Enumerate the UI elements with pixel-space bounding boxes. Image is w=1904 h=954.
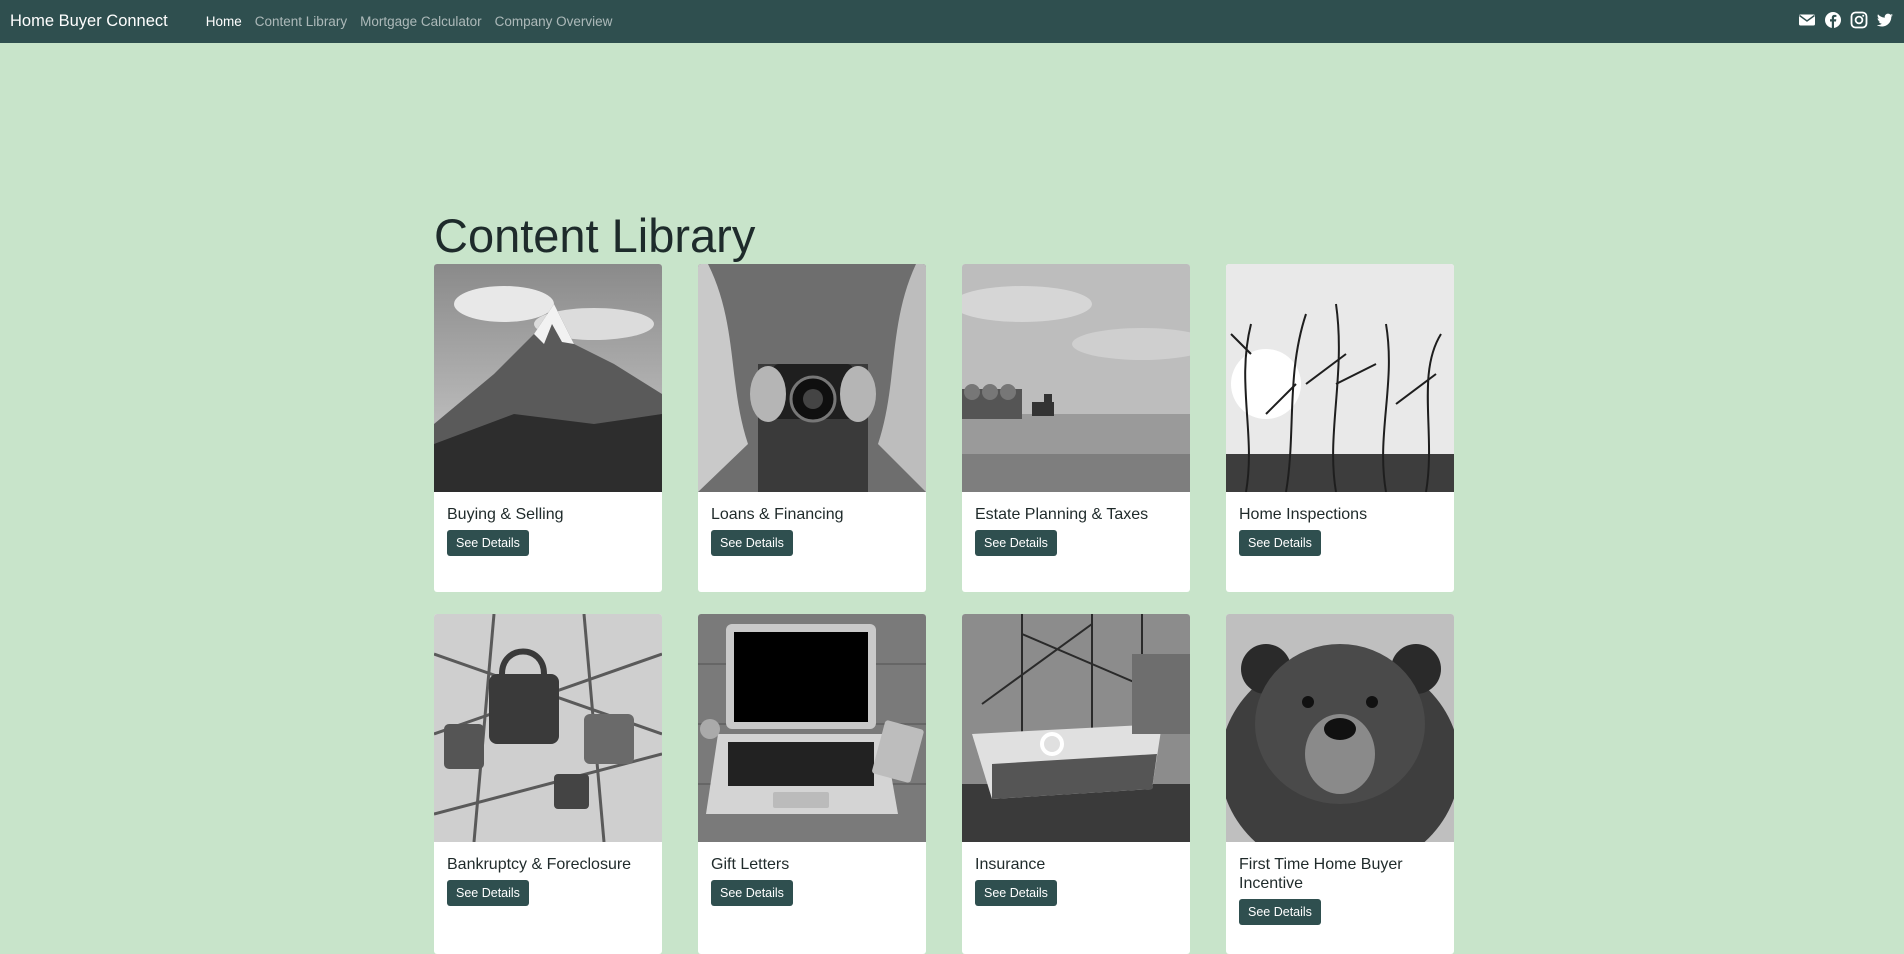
see-details-button[interactable]: See Details xyxy=(1239,899,1321,925)
nav-mortgage-calculator[interactable]: Mortgage Calculator xyxy=(360,14,482,29)
boat-photo xyxy=(962,614,1190,842)
nav-content-library[interactable]: Content Library xyxy=(255,14,347,29)
card-loans-financing: Loans & Financing See Details xyxy=(698,264,926,592)
brand-link[interactable]: Home Buyer Connect xyxy=(10,12,168,31)
social-links xyxy=(1798,11,1894,29)
see-details-button[interactable]: See Details xyxy=(711,530,793,556)
top-navbar: Home Buyer Connect Home Content Library … xyxy=(0,0,1904,43)
card-title: First Time Home Buyer Incentive xyxy=(1239,856,1403,892)
card-home-inspections: Home Inspections See Details xyxy=(1226,264,1454,592)
card-first-time-home-buyer-incentive: First Time Home Buyer Incentive See Deta… xyxy=(1226,614,1454,954)
card-estate-planning-taxes: Estate Planning & Taxes See Details xyxy=(962,264,1190,592)
see-details-button[interactable]: See Details xyxy=(975,530,1057,556)
card-gift-letters: Gift Letters See Details xyxy=(698,614,926,954)
see-details-button[interactable]: See Details xyxy=(1239,530,1321,556)
field-tractor-photo xyxy=(962,264,1190,492)
see-details-button[interactable]: See Details xyxy=(975,880,1057,906)
see-details-button[interactable]: See Details xyxy=(711,880,793,906)
nav-home[interactable]: Home xyxy=(206,14,242,29)
card-insurance: Insurance See Details xyxy=(962,614,1190,954)
card-title: Bankruptcy & Foreclosure xyxy=(447,856,632,873)
padlocks-photo xyxy=(434,614,662,842)
bear-photo xyxy=(1226,614,1454,842)
card-buying-selling: Buying & Selling See Details xyxy=(434,264,662,592)
see-details-button[interactable]: See Details xyxy=(447,880,529,906)
camera-photo xyxy=(698,264,926,492)
page-title: Content Library xyxy=(434,209,756,262)
card-bankruptcy-foreclosure: Bankruptcy & Foreclosure See Details xyxy=(434,614,662,954)
see-details-button[interactable]: See Details xyxy=(447,530,529,556)
branches-photo xyxy=(1226,264,1454,492)
twitter-icon[interactable] xyxy=(1876,11,1894,29)
card-title: Buying & Selling xyxy=(447,506,564,523)
facebook-icon[interactable] xyxy=(1824,11,1842,29)
laptop-photo xyxy=(698,614,926,842)
card-title: Insurance xyxy=(975,856,1046,873)
card-title: Gift Letters xyxy=(711,856,790,873)
nav-company-overview[interactable]: Company Overview xyxy=(495,14,613,29)
mountain-photo xyxy=(434,264,662,492)
card-title: Estate Planning & Taxes xyxy=(975,506,1149,523)
card-title: Home Inspections xyxy=(1239,506,1368,523)
card-title: Loans & Financing xyxy=(711,506,844,523)
instagram-icon[interactable] xyxy=(1850,11,1868,29)
envelope-icon[interactable] xyxy=(1798,11,1816,29)
